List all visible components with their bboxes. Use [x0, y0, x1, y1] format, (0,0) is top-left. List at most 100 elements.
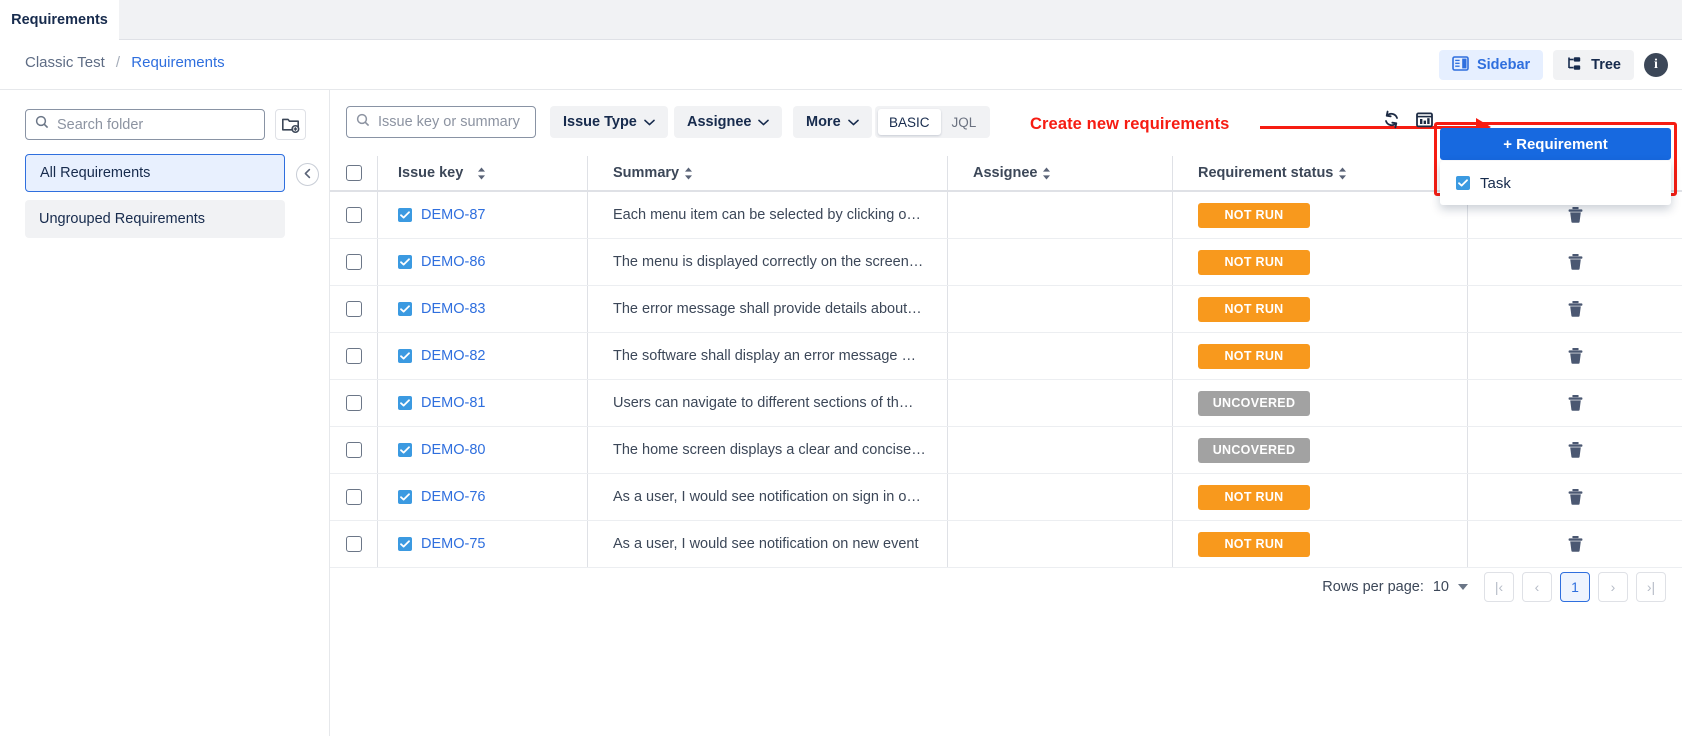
issue-key-link[interactable]: DEMO-87 [421, 207, 485, 223]
row-status-cell: NOT RUN [1172, 286, 1467, 332]
task-checkbox-icon [398, 302, 412, 316]
row-select-cell [330, 207, 377, 223]
chevron-down-icon [848, 114, 859, 130]
info-circle-icon[interactable]: i [1644, 53, 1668, 77]
issue-type-label: Issue Type [563, 114, 637, 130]
folder-item-ungrouped-requirements[interactable]: Ungrouped Requirements [25, 200, 285, 238]
breadcrumb-project[interactable]: Classic Test [25, 54, 105, 71]
row-status-cell: NOT RUN [1172, 521, 1467, 567]
row-summary-cell: Each menu item can be selected by clicki… [587, 192, 947, 238]
table-row[interactable]: DEMO-81Users can navigate to different s… [330, 380, 1682, 427]
issue-key-link[interactable]: DEMO-86 [421, 254, 485, 270]
issue-key-link[interactable]: DEMO-80 [421, 442, 485, 458]
table-row[interactable]: DEMO-83The error message shall provide d… [330, 286, 1682, 333]
row-select-cell [330, 442, 377, 458]
row-summary-cell: As a user, I would see notification on n… [587, 521, 947, 567]
issue-search-field[interactable] [346, 106, 536, 138]
row-select-checkbox[interactable] [346, 536, 362, 552]
trash-icon[interactable] [1567, 441, 1584, 459]
row-select-checkbox[interactable] [346, 348, 362, 364]
row-actions-cell [1467, 427, 1682, 473]
table-row[interactable]: DEMO-82 The software shall display an err… [330, 333, 1682, 380]
rows-per-page[interactable]: Rows per page: 10 [1322, 579, 1468, 595]
table-row[interactable]: DEMO-75 As a user, I would see notificati… [330, 521, 1682, 568]
create-requirement-button[interactable]: + Requirement [1440, 128, 1671, 160]
row-assignee-cell [947, 286, 1172, 332]
row-issue-key-cell: DEMO-76 [377, 474, 587, 520]
prev-page-button[interactable]: ‹ [1522, 572, 1552, 602]
folder-item-all-requirements[interactable]: All Requirements [25, 154, 285, 192]
trash-icon[interactable] [1567, 347, 1584, 365]
create-type-task[interactable]: Task [1440, 167, 1671, 199]
requirements-main: Issue Type Assignee More BASIC [330, 90, 1682, 736]
create-type-task-label: Task [1480, 175, 1511, 192]
sidebar-view-button[interactable]: Sidebar [1439, 50, 1543, 80]
issue-key-link[interactable]: DEMO-75 [421, 536, 485, 552]
chevron-down-icon [758, 114, 769, 130]
folder-search-field[interactable] [25, 109, 265, 140]
column-header-requirement-status[interactable]: Requirement status [1172, 156, 1467, 190]
issue-search-input[interactable] [378, 114, 526, 130]
row-select-cell [330, 348, 377, 364]
status-badge: UNCOVERED [1198, 438, 1310, 463]
table-row[interactable]: DEMO-76As a user, I would see notificati… [330, 474, 1682, 521]
issue-type-filter[interactable]: Issue Type [550, 106, 668, 138]
trash-icon[interactable] [1567, 300, 1584, 318]
more-filters-button[interactable]: More [793, 106, 872, 138]
row-select-checkbox[interactable] [346, 395, 362, 411]
trash-icon[interactable] [1567, 488, 1584, 506]
assignee-filter[interactable]: Assignee [674, 106, 782, 138]
first-page-button[interactable]: |‹ [1484, 572, 1514, 602]
mode-basic-button[interactable]: BASIC [878, 109, 941, 135]
tab-requirements[interactable]: Requirements [0, 0, 119, 40]
add-folder-icon[interactable] [275, 109, 306, 140]
mode-jql-button[interactable]: JQL [941, 109, 988, 135]
issue-key-link[interactable]: DEMO-82 [421, 348, 485, 364]
row-issue-key-cell: DEMO-82 [377, 333, 587, 379]
tree-view-label: Tree [1591, 57, 1621, 73]
row-issue-key-cell: DEMO-81 [377, 380, 587, 426]
last-page-button[interactable]: ›| [1636, 572, 1666, 602]
search-icon [356, 113, 370, 132]
issue-key-link[interactable]: DEMO-83 [421, 301, 485, 317]
tree-view-button[interactable]: Tree [1553, 50, 1634, 80]
trash-icon[interactable] [1567, 394, 1584, 412]
row-summary-cell: The home screen displays a clear and con… [587, 427, 947, 473]
row-status-cell: NOT RUN [1172, 192, 1467, 238]
sort-icon [477, 167, 486, 180]
export-chart-icon[interactable] [1415, 110, 1434, 129]
tab-requirements-label: Requirements [11, 12, 108, 28]
table-row[interactable]: DEMO-80 The home screen displays a clear … [330, 427, 1682, 474]
refresh-icon[interactable] [1382, 110, 1401, 129]
table-row[interactable]: DEMO-86The menu is displayed correctly o… [330, 239, 1682, 286]
first-page-label: |‹ [1495, 579, 1503, 595]
next-page-button[interactable]: › [1598, 572, 1628, 602]
folder-sidebar: All Requirements Ungrouped Requirements [0, 90, 330, 736]
sort-icon [1338, 167, 1347, 180]
trash-icon[interactable] [1567, 535, 1584, 553]
issue-key-link[interactable]: DEMO-81 [421, 395, 485, 411]
row-select-checkbox[interactable] [346, 207, 362, 223]
row-summary-cell: The software shall display an error mess… [587, 333, 947, 379]
breadcrumb-current[interactable]: Requirements [131, 54, 224, 71]
row-select-checkbox[interactable] [346, 301, 362, 317]
sidebar-collapse-button[interactable] [296, 163, 319, 186]
column-header-summary[interactable]: Summary [587, 156, 947, 190]
trash-icon[interactable] [1567, 253, 1584, 271]
select-all-checkbox[interactable] [346, 165, 362, 181]
page-1-button[interactable]: 1 [1560, 572, 1590, 602]
row-assignee-cell [947, 192, 1172, 238]
trash-icon[interactable] [1567, 206, 1584, 224]
row-select-checkbox[interactable] [346, 489, 362, 505]
tab-strip: Requirements [0, 0, 1682, 40]
column-header-summary-label: Summary [613, 165, 679, 181]
task-checkbox-icon [398, 208, 412, 222]
row-select-checkbox[interactable] [346, 254, 362, 270]
sidebar-view-label: Sidebar [1477, 57, 1530, 73]
row-select-checkbox[interactable] [346, 442, 362, 458]
issue-key-link[interactable]: DEMO-76 [421, 489, 485, 505]
column-header-issue-key[interactable]: Issue key [377, 156, 587, 190]
folder-search-input[interactable] [57, 117, 255, 133]
column-header-assignee[interactable]: Assignee [947, 156, 1172, 190]
create-requirement-label: + Requirement [1503, 136, 1608, 153]
